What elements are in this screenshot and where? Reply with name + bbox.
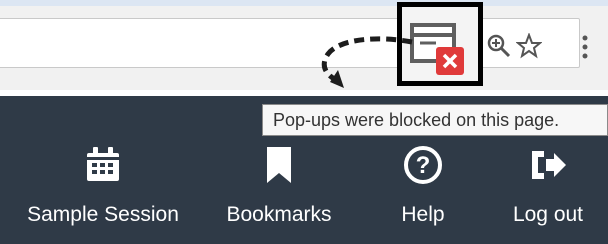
svg-text:?: ? (416, 152, 431, 179)
calendar-icon (87, 147, 119, 181)
curved-dashed-arrow (321, 36, 413, 88)
nav-item-sample-session[interactable]: Sample Session (12, 145, 194, 241)
help-icon: ? (404, 146, 442, 184)
nav-label-help: Help (401, 203, 445, 226)
nav-item-bookmarks[interactable]: Bookmarks (216, 145, 342, 241)
nav-label-sample-session: Sample Session (27, 203, 179, 226)
bookmark-icon (267, 147, 291, 183)
bookmark-star-icon[interactable] (516, 33, 542, 59)
logout-icon (532, 151, 566, 179)
popup-blocked-tooltip: Pop-ups were blocked on this page. (262, 104, 608, 136)
nav-item-help[interactable]: ? Help (384, 145, 462, 241)
nav-label-bookmarks: Bookmarks (226, 203, 332, 226)
nav-label-logout: Log out (512, 203, 584, 226)
menu-dots-icon[interactable] (577, 34, 593, 60)
zoom-icon[interactable] (486, 33, 512, 59)
nav-item-logout[interactable]: Log out (500, 145, 596, 241)
